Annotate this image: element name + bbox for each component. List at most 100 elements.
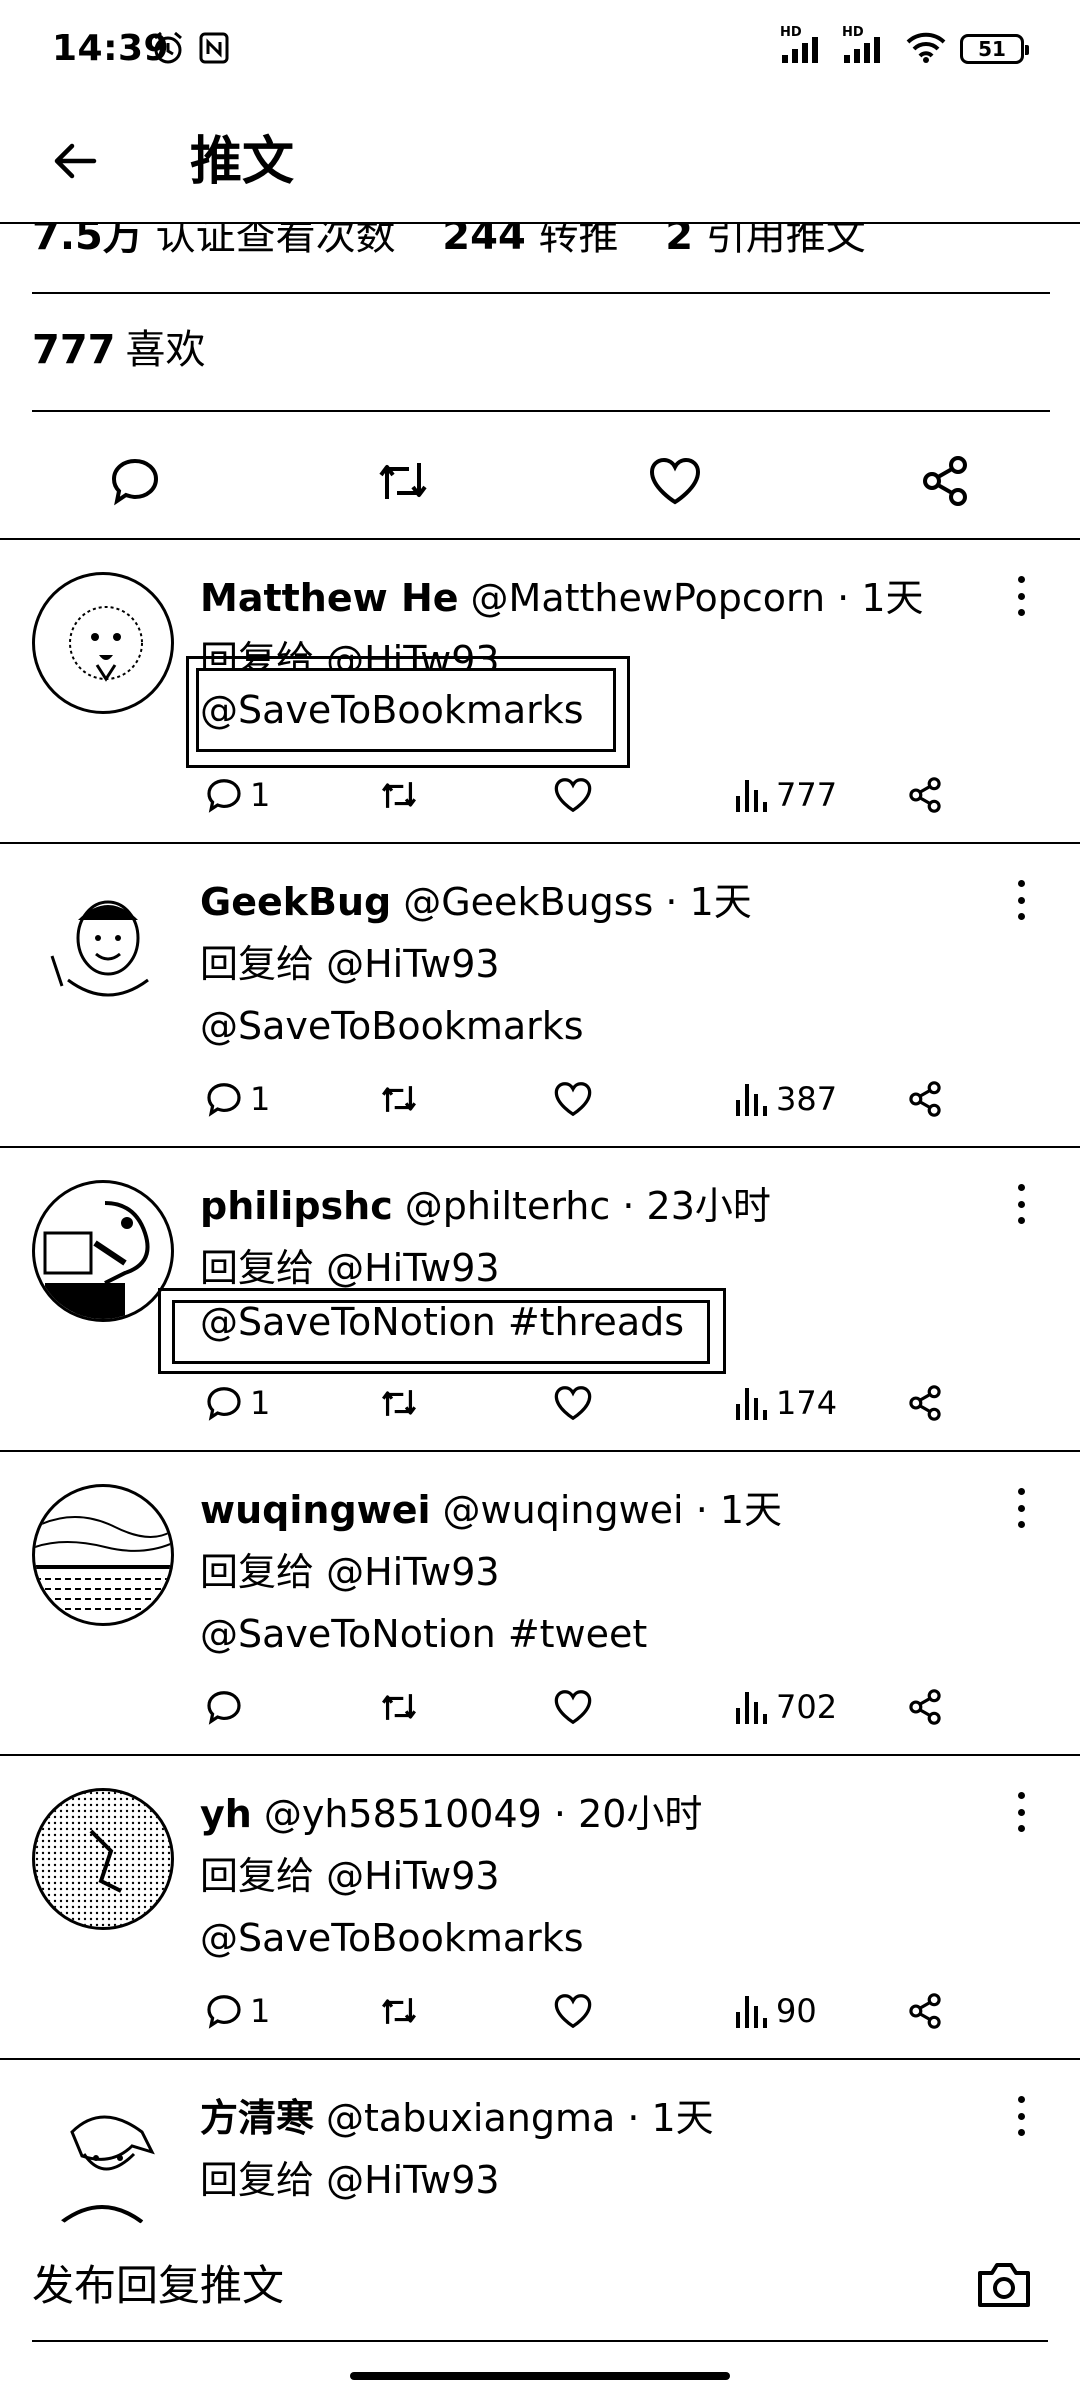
comment-icon bbox=[207, 779, 241, 813]
author-name[interactable]: GeekBug bbox=[200, 880, 391, 924]
retweet-icon bbox=[382, 1390, 416, 1416]
like-button[interactable] bbox=[552, 1682, 594, 1732]
reply-item[interactable]: GeekBug @GeekBugss · 1天 回复给 @HiTw93 @Save… bbox=[0, 846, 1080, 1148]
avatar[interactable] bbox=[32, 572, 174, 714]
reply-time: · 1天 bbox=[695, 1488, 783, 1532]
author-handle[interactable]: @MatthewPopcorn bbox=[471, 576, 826, 620]
avatar[interactable] bbox=[32, 1788, 174, 1930]
author-name[interactable]: wuqingwei bbox=[200, 1488, 431, 1532]
reply-to[interactable]: 回复给 @HiTw93 bbox=[200, 2154, 500, 2206]
heart-icon bbox=[554, 778, 592, 813]
author-handle[interactable]: @wuqingwei bbox=[443, 1488, 684, 1532]
camera-button[interactable] bbox=[968, 2248, 1040, 2320]
views-button[interactable]: 174 bbox=[734, 1378, 837, 1428]
retweet-button[interactable] bbox=[376, 1378, 422, 1428]
like-button[interactable] bbox=[640, 446, 710, 516]
more-vertical-icon[interactable] bbox=[1006, 576, 1036, 616]
author-handle[interactable]: @tabuxiangma bbox=[326, 2096, 615, 2140]
avatar[interactable] bbox=[32, 1484, 174, 1626]
bar-chart-icon bbox=[736, 1388, 767, 1420]
retweet-button[interactable] bbox=[376, 1074, 422, 1124]
views-button[interactable]: 702 bbox=[734, 1682, 837, 1732]
signal-icon: HD bbox=[842, 25, 892, 65]
divider bbox=[32, 410, 1050, 412]
share-button[interactable] bbox=[906, 770, 944, 820]
avatar[interactable] bbox=[32, 876, 174, 1018]
reply-button[interactable]: 1 bbox=[204, 1986, 270, 2036]
top-app-bar: 推文 bbox=[0, 100, 1080, 224]
author-name[interactable]: 方清寒 bbox=[200, 2096, 314, 2140]
bar-chart-icon bbox=[736, 1996, 767, 2028]
reply-item[interactable]: Matthew He @MatthewPopcorn · 1天 回复给 @HiTw… bbox=[0, 542, 1080, 844]
share-button[interactable] bbox=[906, 1986, 944, 2036]
more-vertical-icon[interactable] bbox=[1006, 1792, 1036, 1832]
comment-icon bbox=[111, 458, 159, 506]
share-button[interactable] bbox=[910, 446, 980, 516]
avatar[interactable] bbox=[32, 1180, 174, 1322]
views-button[interactable]: 387 bbox=[734, 1074, 837, 1124]
home-indicator[interactable] bbox=[350, 2372, 730, 2380]
reply-item[interactable]: 方清寒 @tabuxiangma · 1天 回复给 @HiTw93 bbox=[0, 2062, 1080, 2230]
views-button[interactable]: 90 bbox=[734, 1986, 817, 2036]
retweet-button[interactable] bbox=[376, 1986, 422, 2036]
retweet-icon bbox=[379, 463, 427, 499]
reply-to[interactable]: 回复给 @HiTw93 bbox=[200, 1242, 500, 1294]
comment-icon bbox=[207, 1083, 241, 1117]
author-name[interactable]: Matthew He bbox=[200, 576, 459, 620]
retweet-icon bbox=[382, 1086, 416, 1112]
reply-to[interactable]: 回复给 @HiTw93 bbox=[200, 938, 500, 990]
retweet-button[interactable] bbox=[376, 770, 422, 820]
reply-item[interactable]: yh @yh58510049 · 20小时 回复给 @HiTw93 @SaveTo… bbox=[0, 1758, 1080, 2060]
reply-button[interactable]: 1 bbox=[204, 1074, 270, 1124]
reply-button[interactable] bbox=[204, 1682, 250, 1732]
divider bbox=[32, 292, 1050, 294]
likes-count[interactable]: 777 喜欢 bbox=[32, 322, 206, 378]
author-name[interactable]: philipshc bbox=[200, 1184, 393, 1228]
reply-button[interactable]: 1 bbox=[204, 770, 270, 820]
reply-time: · 1天 bbox=[665, 880, 752, 924]
reply-text[interactable]: @SaveToBookmarks bbox=[200, 1000, 584, 1052]
divider bbox=[32, 2340, 1048, 2342]
reply-text[interactable]: @SaveToNotion #threads bbox=[200, 1296, 684, 1348]
share-button[interactable] bbox=[906, 1074, 944, 1124]
reply-item[interactable]: wuqingwei @wuqingwei · 1天 回复给 @HiTw93 @Sa… bbox=[0, 1454, 1080, 1756]
author-handle[interactable]: @GeekBugss bbox=[403, 880, 653, 924]
retweet-button[interactable] bbox=[368, 446, 438, 516]
share-icon bbox=[909, 1385, 941, 1421]
more-vertical-icon[interactable] bbox=[1006, 1488, 1036, 1528]
comment-icon bbox=[207, 1691, 241, 1725]
like-button[interactable] bbox=[552, 1378, 594, 1428]
more-vertical-icon[interactable] bbox=[1006, 1184, 1036, 1224]
reply-text[interactable]: @SaveToBookmarks bbox=[200, 1912, 584, 1964]
retweet-button[interactable] bbox=[376, 1682, 422, 1732]
bar-chart-icon bbox=[736, 1084, 767, 1116]
share-button[interactable] bbox=[906, 1378, 944, 1428]
page-title: 推文 bbox=[190, 132, 295, 192]
compose-input[interactable]: 发布回复推文 bbox=[32, 2258, 284, 2314]
more-vertical-icon[interactable] bbox=[1006, 2096, 1036, 2136]
like-button[interactable] bbox=[552, 770, 594, 820]
reply-composer[interactable]: 发布回复推文 bbox=[0, 2230, 1080, 2350]
share-icon bbox=[909, 1081, 941, 1117]
reply-button[interactable] bbox=[100, 446, 170, 516]
share-button[interactable] bbox=[906, 1682, 944, 1732]
author-handle[interactable]: @yh58510049 bbox=[264, 1792, 542, 1836]
reply-to[interactable]: 回复给 @HiTw93 bbox=[200, 1850, 500, 1902]
like-button[interactable] bbox=[552, 1074, 594, 1124]
views-button[interactable]: 777 bbox=[734, 770, 837, 820]
retweet-icon bbox=[382, 782, 416, 808]
battery-icon: 51 bbox=[960, 34, 1029, 64]
reply-to[interactable]: 回复给 @HiTw93 bbox=[200, 1546, 500, 1598]
back-button[interactable] bbox=[40, 126, 110, 196]
reply-text[interactable]: @SaveToNotion #tweet bbox=[200, 1608, 647, 1660]
reply-button[interactable]: 1 bbox=[204, 1378, 270, 1428]
avatar[interactable] bbox=[32, 2092, 174, 2230]
reply-text[interactable]: @SaveToBookmarks bbox=[200, 684, 584, 736]
author-handle[interactable]: @philterhc bbox=[405, 1184, 611, 1228]
like-button[interactable] bbox=[552, 1986, 594, 2036]
bar-chart-icon bbox=[736, 1692, 767, 1724]
retweet-icon bbox=[382, 1998, 416, 2024]
more-vertical-icon[interactable] bbox=[1006, 880, 1036, 920]
reply-item[interactable]: philipshc @philterhc · 23小时 回复给 @HiTw93 @… bbox=[0, 1150, 1080, 1452]
author-name[interactable]: yh bbox=[200, 1792, 252, 1836]
